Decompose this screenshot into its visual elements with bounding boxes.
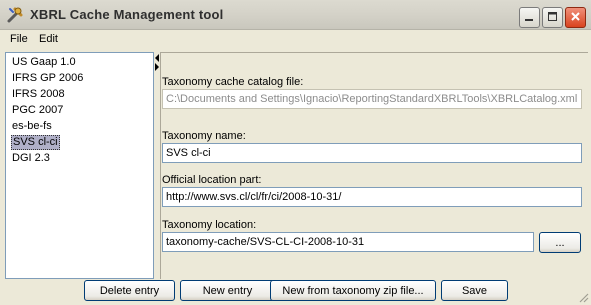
app-window: XBRL Cache Management tool File Edit US … [0, 0, 591, 305]
list-item[interactable]: IFRS GP 2006 [11, 71, 84, 86]
list-item[interactable]: US Gaap 1.0 [11, 55, 77, 70]
catalog-file-label: Taxonomy cache catalog file: [162, 76, 304, 88]
official-location-label: Official location part: [162, 174, 262, 186]
minimize-icon [524, 11, 535, 25]
catalog-file-field[interactable]: C:\Documents and Settings\Ignacio\Report… [162, 89, 582, 109]
list-item[interactable]: IFRS 2008 [11, 87, 66, 102]
maximize-icon [547, 11, 558, 25]
resize-grip-icon[interactable] [577, 291, 589, 303]
taxonomy-name-field[interactable]: SVS cl-ci [162, 143, 582, 163]
title-bar[interactable]: XBRL Cache Management tool [0, 0, 591, 30]
new-from-zip-button[interactable]: New from taxonomy zip file... [270, 280, 436, 301]
taxonomy-list[interactable]: US Gaap 1.0 IFRS GP 2006 IFRS 2008 PGC 2… [5, 52, 154, 279]
list-item[interactable]: DGI 2.3 [11, 151, 51, 166]
menu-bar: File Edit [0, 31, 591, 50]
collapse-left-icon[interactable] [155, 54, 159, 62]
list-item[interactable]: es-be-fs [11, 119, 53, 134]
menu-edit[interactable]: Edit [39, 33, 58, 45]
delete-entry-button[interactable]: Delete entry [84, 280, 175, 301]
menu-file[interactable]: File [10, 33, 28, 45]
expand-right-icon[interactable] [155, 63, 159, 71]
taxonomy-location-field[interactable]: taxonomy-cache/SVS-CL-CI-2008-10-31 [162, 232, 534, 252]
close-icon [570, 11, 581, 25]
list-item[interactable]: PGC 2007 [11, 103, 64, 118]
official-location-field[interactable]: http://www.svs.cl/cl/fr/ci/2008-10-31/ [162, 187, 582, 207]
save-button[interactable]: Save [441, 280, 508, 301]
close-button[interactable] [565, 7, 586, 28]
minimize-button[interactable] [519, 7, 540, 28]
new-entry-button[interactable]: New entry [180, 280, 275, 301]
tools-icon [6, 6, 24, 24]
taxonomy-name-label: Taxonomy name: [162, 130, 246, 142]
maximize-button[interactable] [542, 7, 563, 28]
taxonomy-location-label: Taxonomy location: [162, 219, 257, 231]
browse-button[interactable]: ... [539, 232, 581, 253]
list-item-selected[interactable]: SVS cl-ci [11, 135, 60, 150]
window-title: XBRL Cache Management tool [30, 7, 224, 22]
